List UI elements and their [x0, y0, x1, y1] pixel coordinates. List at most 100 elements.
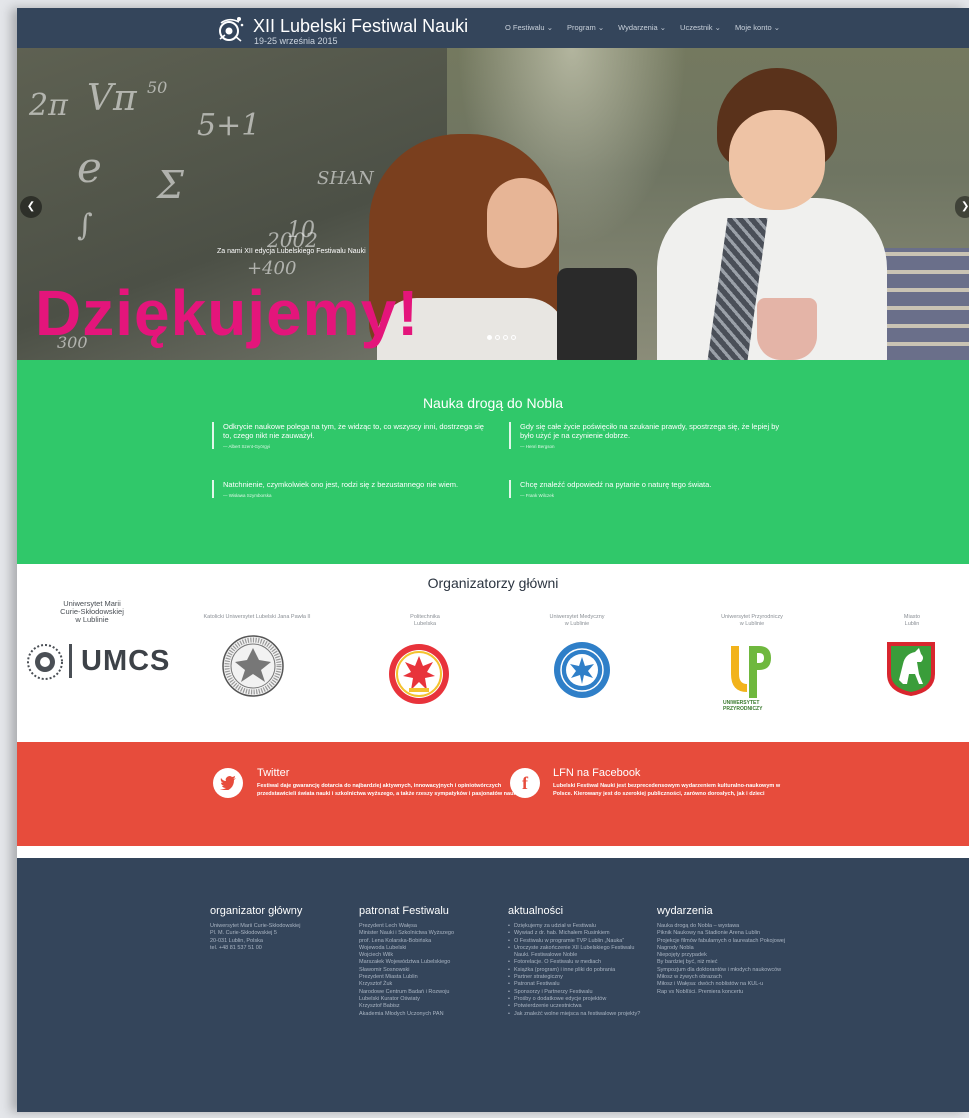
footer-link[interactable]: Minister Nauki i Szkolnictwa Wyższego [359, 930, 494, 937]
chalk-formula: Σ [157, 163, 184, 207]
nav-item-wydarzenia[interactable]: Wydarzenia ⌄ [618, 23, 666, 32]
chalk-formula: SHAN [317, 168, 374, 189]
footer-aktualnosci: aktualności Dziękujemy za udział w Festi… [508, 905, 648, 1018]
organizer-lublin[interactable]: Miasto Lublin [887, 614, 937, 628]
up-logo-text: UNIWERSYTET PRZYRODNICZY [723, 700, 763, 712]
footer-link[interactable]: Wojciech Wilk [359, 952, 494, 959]
footer-line: 20-031 Lublin, Polska [210, 937, 263, 944]
main-nav: O Festiwalu ⌄ Program ⌄ Wydarzenia ⌄ Ucz… [505, 23, 780, 32]
up-logo-icon[interactable]: UNIWERSYTET PRZYRODNICZY [717, 646, 787, 722]
organizer-name: Uniwersytet Przyrodniczy w Lublinie [721, 614, 783, 627]
kul-seal-icon[interactable] [221, 634, 285, 698]
footer-link[interactable]: Piknik Naukowy na Stadionie Arena Lublin [657, 930, 807, 937]
chalk-formula: e [77, 143, 102, 192]
footer-link[interactable]: Narodowe Centrum Badań i Rozwoju [359, 989, 494, 996]
umcs-logo-icon[interactable]: UMCS [25, 642, 169, 682]
politechnika-eagle-icon[interactable] [387, 642, 451, 706]
umcs-logo-text: UMCS [81, 645, 171, 677]
footer-link[interactable]: Miłosz w żywych obrazach [657, 974, 807, 981]
quote-author: — Henri Bergson [520, 444, 555, 449]
organizer-umcs[interactable]: Uniwersytet Marii Curie-Skłodowskiej w L… [37, 600, 147, 624]
organizer-up[interactable]: Uniwersytet Przyrodniczy w Lublinie [697, 614, 807, 628]
twitter-title[interactable]: Twitter [257, 767, 289, 779]
social-section: Twitter Festiwal daje gwarancję dotarcia… [17, 742, 969, 846]
footer-link[interactable]: Sławomir Sosnowski [359, 967, 494, 974]
slider-dot[interactable] [487, 335, 492, 340]
footer-link[interactable]: Rap vs Noblīści. Premiera koncertu [657, 989, 807, 996]
nav-item-o-festiwalu[interactable]: O Festiwalu ⌄ [505, 23, 553, 32]
news-item[interactable]: Potwierdzenie uczestnictwa [508, 1003, 648, 1011]
boy-face [729, 110, 825, 210]
news-item[interactable]: Partner strategiczny [508, 974, 648, 982]
news-item[interactable]: Patronat Festiwalu [508, 981, 648, 989]
news-item[interactable]: Prośby o dodatkowe edycje projektów [508, 996, 648, 1004]
slider-dot[interactable] [511, 335, 516, 340]
flask-image [757, 298, 817, 360]
quote-text: Gdy się całe życie poświęciło na szukani… [520, 422, 780, 440]
news-item[interactable]: Fotorelacje. O Festiwalu w mediach [508, 959, 648, 967]
nav-item-uczestnik[interactable]: Uczestnik ⌄ [680, 23, 721, 32]
footer-link[interactable]: Marszałek Województwa Lubelskiego [359, 959, 494, 966]
microscope-image [557, 268, 637, 360]
slide-caption[interactable]: Za nami XII edycja Lubelskiego Festiwalu… [217, 248, 366, 255]
chalk-formula: Vπ [87, 78, 137, 119]
slider-next-button[interactable]: ❯ [955, 196, 969, 218]
organizer-name: Miasto Lublin [903, 614, 921, 627]
footer-heading: patronat Festiwalu [359, 905, 449, 917]
footer-link[interactable]: Prezydent Lech Wałęsa [359, 923, 494, 930]
footer-link[interactable]: Krzysztof Żuk [359, 981, 494, 988]
site-logo[interactable]: XII Lubelski Festiwal Nauki 19-25 wrześn… [215, 15, 475, 46]
footer-link[interactable]: Projekcje filmów fabularnych o laureatac… [657, 938, 807, 953]
footer-link[interactable]: Akademia Młodych Uczonych PAN [359, 1011, 494, 1018]
news-item[interactable]: Dziękujemy za udział w Festiwalu [508, 923, 648, 931]
organizer-name: Katolicki Uniwersytet Lubelski Jana Pawł… [203, 614, 311, 620]
footer-heading: organizator główny [210, 905, 303, 917]
footer-link[interactable]: Wojewoda Lubelski [359, 945, 494, 952]
nav-item-program[interactable]: Program ⌄ [567, 23, 604, 32]
quotes-title: Nauka drogą do Nobla [422, 395, 564, 411]
organizer-name: Uniwersytet Medyczny w Lublinie [549, 614, 605, 627]
news-item[interactable]: Wywiad z dr. hab. Michałem Rusinkiem [508, 930, 648, 938]
organizer-politechnika[interactable]: Politechnika Lubelska [385, 614, 465, 628]
organizer-umlub[interactable]: Uniwersytet Medyczny w Lublinie [527, 614, 627, 628]
organizer-kul[interactable]: Katolicki Uniwersytet Lubelski Jana Pawł… [177, 614, 337, 621]
footer-heading: wydarzenia [657, 905, 713, 917]
footer-link[interactable]: Miłosz i Wałęsa: dwóch noblistów na KUL-… [657, 981, 807, 988]
footer-link[interactable]: Lubelski Kurator Oświaty [359, 996, 494, 1003]
footer-link[interactable]: prof. Lena Kolarska-Bobińska [359, 938, 494, 945]
page: XII Lubelski Festiwal Nauki 19-25 wrześn… [17, 8, 969, 1112]
site-footer: organizator główny Uniwersytet Marii Cur… [17, 858, 969, 1112]
news-item[interactable]: Uroczyste zakończenie XII Lubelskiego Fe… [508, 945, 648, 960]
news-item[interactable]: Książka (program) i inne pliki do pobran… [508, 967, 648, 975]
quote-block: Gdy się całe życie poświęciło na szukani… [509, 422, 785, 449]
quote-text: Natchnienie, czymkolwiek ono jest, rodzi… [223, 480, 459, 489]
nav-item-moje-konto[interactable]: Moje konto ⌄ [735, 23, 780, 32]
facebook-icon[interactable]: f [510, 768, 540, 798]
organizer-name: Politechnika Lubelska [410, 614, 440, 627]
footer-line: tel. +48 81 537 51 00 [210, 944, 262, 951]
slider-dot[interactable] [503, 335, 508, 340]
twitter-text: Festiwal daje gwarancję dotarcia do najb… [257, 783, 519, 797]
chevron-right-icon: ❯ [961, 201, 969, 212]
footer-link[interactable]: Niepojęty przypadek [657, 952, 807, 959]
twitter-icon[interactable] [213, 768, 243, 798]
news-item[interactable]: Sponsorzy i Partnerzy Festiwalu [508, 989, 648, 997]
slider-prev-button[interactable]: ❮ [20, 196, 42, 218]
footer-link[interactable]: By bardziej być, niż mieć [657, 959, 807, 966]
hero-slider: 2π Vπ 50 5+1 e Σ SHAN 10 ∫ 2002 +400 300… [17, 48, 969, 360]
umlub-seal-icon[interactable] [552, 640, 612, 700]
quote-block: Odkrycie naukowe polega na tym, że widzą… [212, 422, 488, 449]
slider-dots [487, 335, 516, 340]
footer-link[interactable]: Krzysztof Babisz [359, 1003, 494, 1010]
site-header: XII Lubelski Festiwal Nauki 19-25 wrześn… [17, 8, 969, 48]
slider-dot[interactable] [495, 335, 500, 340]
lublin-coat-of-arms-icon[interactable] [885, 640, 937, 698]
news-item[interactable]: O Festiwalu w programie TVP Lublin „Nauk… [508, 938, 648, 946]
footer-heading: aktualności [508, 905, 564, 917]
footer-link[interactable]: Nauka drogą do Nobla – wystawa [657, 923, 807, 930]
news-item[interactable]: Jak znaleźć wolne miejsca na festiwalowe… [508, 1011, 648, 1019]
facebook-title[interactable]: LFN na Facebook [553, 767, 640, 779]
girl-face [487, 178, 557, 268]
chevron-left-icon: ❮ [26, 201, 36, 212]
footer-link[interactable]: Sympozjum dla doktorantów i młodych nauk… [657, 967, 807, 974]
